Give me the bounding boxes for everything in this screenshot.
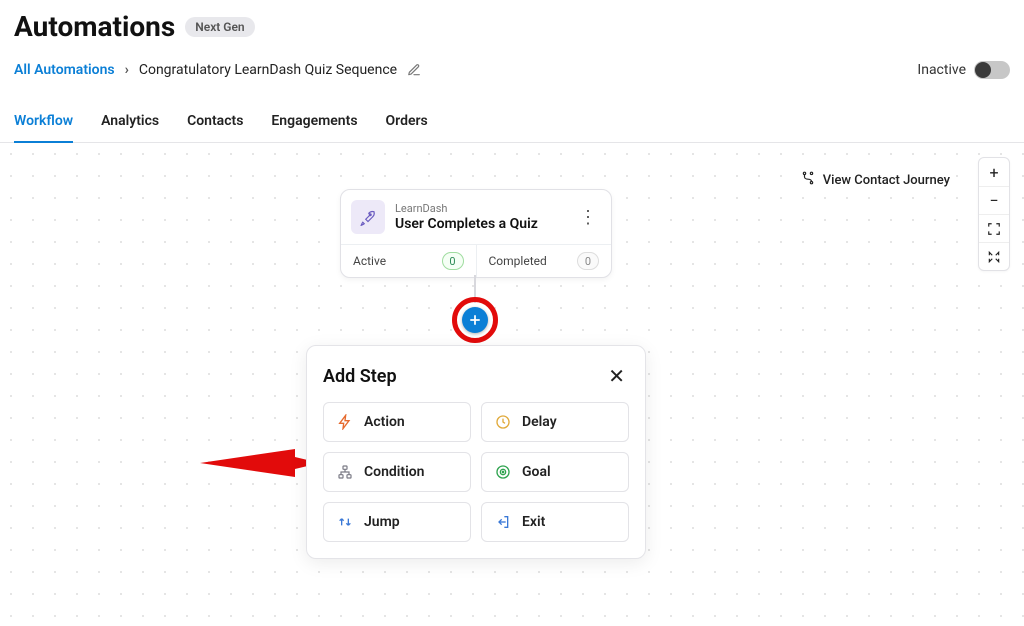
trigger-source: LearnDash (395, 202, 538, 215)
zoom-in-button[interactable]: + (979, 158, 1009, 186)
zoom-out-button[interactable]: − (979, 186, 1009, 214)
step-delay-button[interactable]: Delay (481, 402, 629, 442)
edit-icon[interactable] (407, 63, 421, 77)
step-goal-button[interactable]: Goal (481, 452, 629, 492)
step-condition-label: Condition (364, 464, 425, 480)
add-step-button[interactable] (462, 307, 488, 333)
fullscreen-button[interactable] (979, 242, 1009, 270)
step-action-button[interactable]: Action (323, 402, 471, 442)
step-jump-label: Jump (364, 514, 400, 530)
modal-title: Add Step (323, 366, 397, 387)
delay-icon (494, 413, 512, 431)
page-title: Automations (14, 10, 175, 43)
completed-label: Completed (489, 254, 547, 268)
breadcrumb-current: Congratulatory LearnDash Quiz Sequence (139, 62, 397, 78)
trigger-title: User Completes a Quiz (395, 216, 538, 232)
status-label: Inactive (917, 62, 966, 78)
journey-icon (801, 171, 815, 189)
jump-icon (336, 513, 354, 531)
action-icon (336, 413, 354, 431)
condition-icon (336, 463, 354, 481)
add-step-highlight-ring (452, 297, 498, 343)
breadcrumb-root-link[interactable]: All Automations (14, 62, 115, 78)
goal-icon (494, 463, 512, 481)
active-label: Active (353, 254, 386, 268)
annotation-arrow-icon (200, 441, 320, 485)
zoom-controls: + − (978, 157, 1010, 271)
active-count: 0 (442, 252, 464, 270)
add-step-modal: Add Step ✕ Action Delay Condition (306, 345, 646, 559)
tab-orders[interactable]: Orders (386, 103, 428, 143)
view-contact-journey-button[interactable]: View Contact Journey (797, 169, 954, 191)
fit-screen-button[interactable] (979, 214, 1009, 242)
tab-analytics[interactable]: Analytics (101, 103, 159, 143)
tab-engagements[interactable]: Engagements (271, 103, 357, 143)
more-options-icon[interactable]: ⋮ (575, 213, 601, 222)
close-icon[interactable]: ✕ (604, 364, 629, 388)
tabs: Workflow Analytics Contacts Engagements … (0, 103, 1024, 143)
step-action-label: Action (364, 414, 405, 430)
tab-contacts[interactable]: Contacts (187, 103, 243, 143)
next-gen-badge: Next Gen (185, 17, 254, 37)
step-condition-button[interactable]: Condition (323, 452, 471, 492)
tab-workflow[interactable]: Workflow (14, 103, 73, 143)
rocket-icon (351, 200, 385, 234)
step-exit-label: Exit (522, 514, 545, 530)
trigger-node[interactable]: LearnDash User Completes a Quiz ⋮ Active… (340, 189, 612, 278)
step-exit-button[interactable]: Exit (481, 502, 629, 542)
completed-count: 0 (577, 252, 599, 270)
chevron-right-icon: › (125, 62, 129, 78)
step-delay-label: Delay (522, 414, 557, 430)
view-journey-label: View Contact Journey (823, 173, 950, 188)
step-goal-label: Goal (522, 464, 551, 480)
workflow-canvas[interactable]: View Contact Journey + − LearnDash User … (0, 143, 1024, 623)
active-toggle[interactable] (974, 61, 1010, 79)
step-jump-button[interactable]: Jump (323, 502, 471, 542)
breadcrumb: All Automations › Congratulatory LearnDa… (14, 62, 421, 78)
exit-icon (494, 513, 512, 531)
